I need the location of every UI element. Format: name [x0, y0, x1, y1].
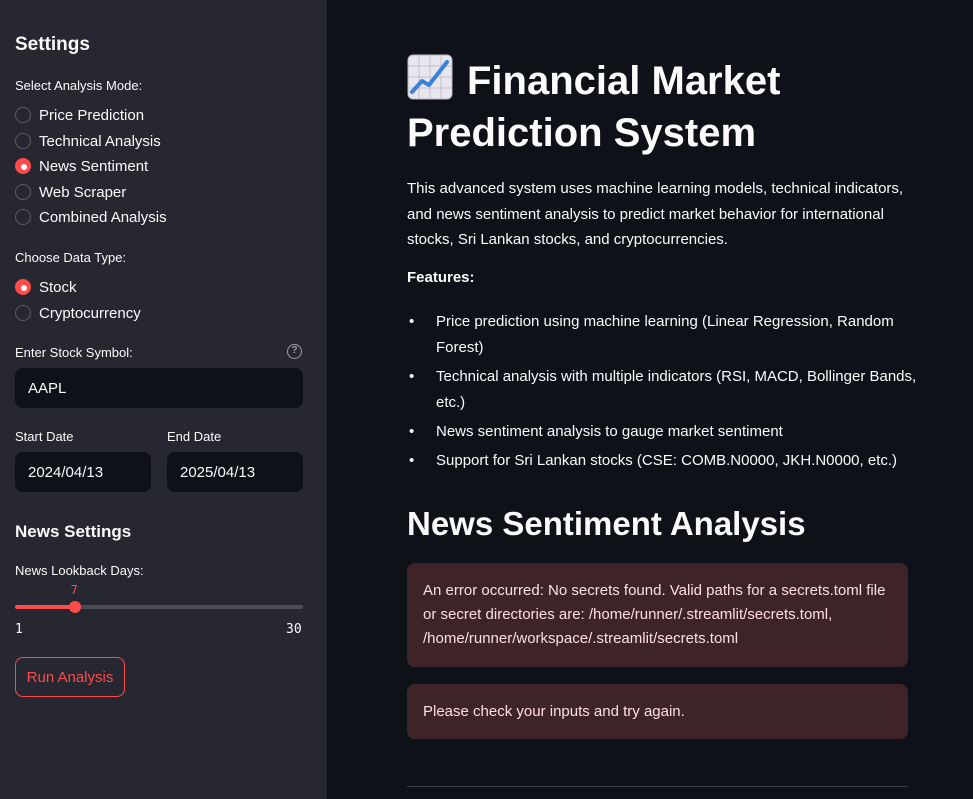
- data-type-label: Choose Data Type:: [15, 250, 127, 265]
- error-alert: Please check your inputs and try again.: [407, 684, 908, 739]
- slider-max: 30: [286, 622, 302, 637]
- radio-combined-analysis[interactable]: Combined Analysis: [15, 206, 167, 228]
- radio-dot: [15, 209, 31, 225]
- start-date-input[interactable]: 2024/04/13: [15, 452, 151, 492]
- news-settings-title: News Settings: [15, 522, 132, 541]
- run-analysis-button[interactable]: Run Analysis: [15, 657, 125, 697]
- radio-label: Stock: [39, 278, 77, 296]
- features-list: Price prediction using machine learning …: [407, 309, 917, 477]
- list-item: Support for Sri Lankan stocks (CSE: COMB…: [407, 448, 917, 474]
- radio-web-scraper[interactable]: Web Scraper: [15, 181, 126, 203]
- list-item: News sentiment analysis to gauge market …: [407, 419, 917, 445]
- list-item: Price prediction using machine learning …: [407, 309, 917, 361]
- radio-label: Price Prediction: [39, 106, 145, 124]
- end-date-input[interactable]: 2025/04/13: [167, 452, 303, 492]
- radio-dot: [15, 184, 31, 200]
- radio-dot: [15, 305, 31, 321]
- slider-min: 1: [15, 622, 23, 637]
- slider-value: 7: [70, 583, 78, 597]
- radio-dot: [15, 107, 31, 123]
- intro-text: This advanced system uses machine learni…: [407, 180, 904, 248]
- slider-thumb[interactable]: [68, 601, 81, 613]
- radio-price-prediction[interactable]: Price Prediction: [15, 104, 144, 126]
- page-title-text: Financial Market Prediction System: [407, 59, 781, 155]
- analysis-mode-label: Select Analysis Mode:: [15, 78, 143, 93]
- start-date-label: Start Date: [15, 429, 74, 444]
- radio-label: Technical Analysis: [39, 132, 161, 150]
- sidebar: Settings Select Analysis Mode: Price Pre…: [0, 0, 327, 799]
- sidebar-title: Settings: [15, 34, 90, 55]
- chart-increasing-icon: [407, 54, 453, 100]
- divider: [407, 786, 908, 787]
- stock-symbol-label: Enter Stock Symbol:: [15, 345, 133, 360]
- lookback-label: News Lookback Days:: [15, 563, 144, 578]
- end-date-label: End Date: [167, 429, 222, 444]
- main-content: Financial Market Prediction System This …: [327, 0, 973, 799]
- radio-dot-selected: [15, 279, 31, 295]
- radio-label: Web Scraper: [39, 183, 127, 201]
- error-alert: An error occurred: No secrets found. Val…: [407, 563, 908, 667]
- radio-dot-selected: [15, 158, 31, 174]
- section-title: News Sentiment Analysis: [407, 505, 806, 542]
- stock-symbol-input[interactable]: AAPL: [15, 368, 303, 408]
- radio-stock[interactable]: Stock: [15, 276, 77, 298]
- radio-label: Combined Analysis: [39, 208, 167, 226]
- page-title: Financial Market Prediction System: [407, 54, 827, 159]
- radio-cryptocurrency[interactable]: Cryptocurrency: [15, 302, 141, 324]
- radio-technical-analysis[interactable]: Technical Analysis: [15, 130, 161, 152]
- radio-label: Cryptocurrency: [39, 304, 141, 322]
- radio-news-sentiment[interactable]: News Sentiment: [15, 155, 148, 177]
- slider-fill: [15, 605, 75, 609]
- features-label: Features:: [407, 269, 475, 286]
- radio-dot: [15, 133, 31, 149]
- radio-label: News Sentiment: [39, 157, 149, 175]
- list-item: Technical analysis with multiple indicat…: [407, 364, 917, 416]
- help-circle-icon[interactable]: ?: [287, 344, 302, 359]
- slider-track[interactable]: [15, 605, 303, 609]
